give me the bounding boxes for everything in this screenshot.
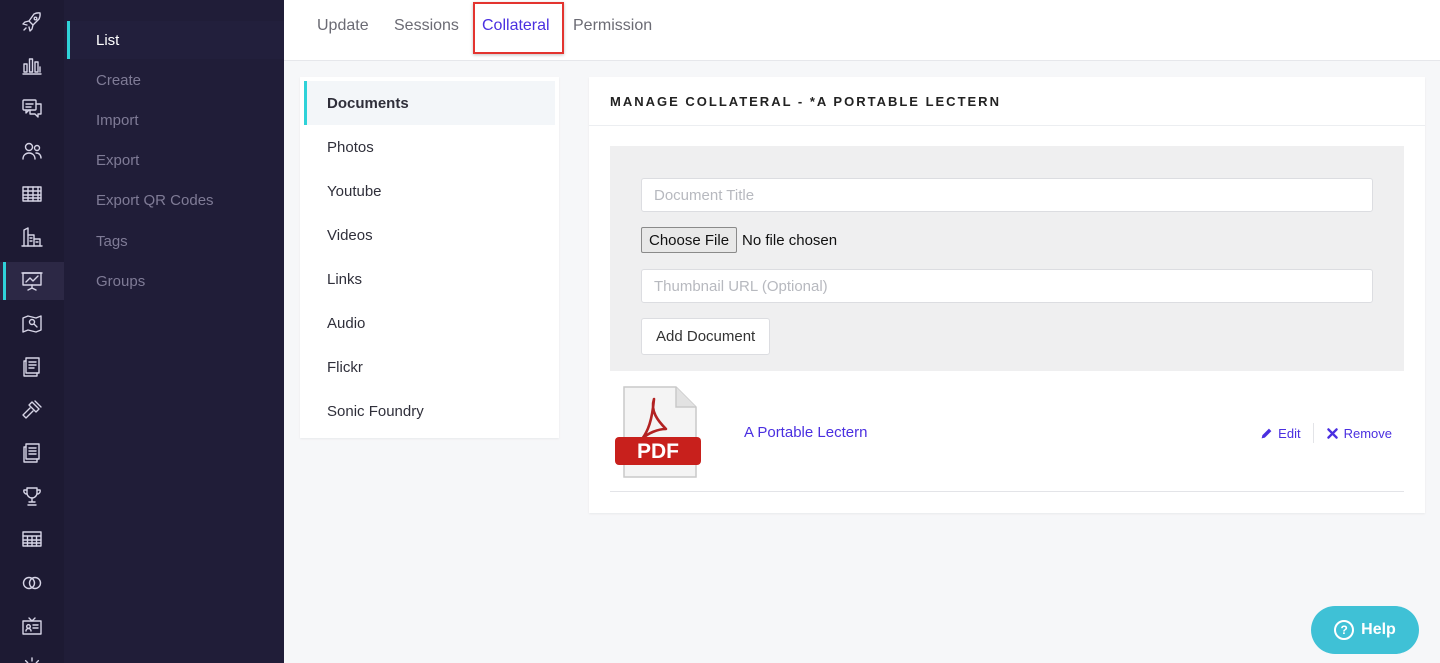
rail-item-documents[interactable] [0, 348, 64, 386]
tab-highlight-box [473, 2, 564, 54]
gear-icon [24, 657, 40, 663]
edit-label: Edit [1278, 425, 1301, 441]
tab-update[interactable]: Update [317, 0, 369, 52]
type-item-videos[interactable]: Videos [304, 213, 555, 257]
presentation-icon [21, 272, 43, 291]
collateral-type-menu: Documents Photos Youtube Videos Links Au… [300, 77, 559, 438]
add-document-form: Choose File No file chosen Add Document [610, 146, 1404, 371]
rail-item-grid[interactable] [0, 520, 64, 558]
bar-chart-icon [22, 58, 42, 75]
tab-sessions[interactable]: Sessions [394, 0, 459, 52]
chat-icon [22, 99, 42, 118]
type-item-links[interactable]: Links [304, 257, 555, 301]
users-icon [22, 142, 42, 160]
card-divider [589, 125, 1425, 126]
pdf-file-icon: PDF [615, 386, 701, 478]
tab-permission[interactable]: Permission [573, 0, 652, 52]
type-item-flickr[interactable]: Flickr [304, 345, 555, 389]
rail-item-integrations[interactable] [0, 564, 64, 602]
help-label: Help [1361, 621, 1396, 638]
type-item-audio[interactable]: Audio [304, 301, 555, 345]
rail-item-venues[interactable] [0, 218, 64, 256]
rail-item-maps[interactable] [0, 305, 64, 343]
trophy-icon [23, 487, 41, 506]
rail-item-messages[interactable] [0, 89, 64, 127]
rail-item-auctions[interactable] [0, 391, 64, 429]
type-item-sonic-foundry[interactable]: Sonic Foundry [304, 389, 555, 433]
document-actions: Edit Remove [1260, 423, 1392, 443]
pages-icon [23, 443, 40, 463]
sub-sidebar: List Create Import Export Export QR Code… [64, 0, 284, 663]
map-icon [22, 315, 42, 333]
file-status: No file chosen [742, 231, 838, 249]
actions-separator [1312, 423, 1314, 443]
rail-item-rocket[interactable] [0, 3, 64, 41]
subnav-item-list[interactable]: List [64, 21, 284, 59]
grid-icon [22, 531, 42, 547]
rocket-icon [22, 12, 41, 32]
rail-item-analytics[interactable] [0, 46, 64, 84]
building-icon [21, 227, 43, 247]
tab-bar: Update Sessions Collateral Permission [284, 0, 1440, 61]
manage-collateral-card: MANAGE COLLATERAL - *A PORTABLE LECTERN … [589, 77, 1425, 513]
rail-item-schedule[interactable] [0, 175, 64, 213]
help-question-icon: ? [1334, 620, 1355, 640]
document-title-link[interactable]: A Portable Lectern [744, 424, 867, 441]
pdf-icon-label: PDF [637, 440, 679, 463]
subnav-item-groups[interactable]: Groups [64, 262, 284, 300]
type-item-documents[interactable]: Documents [304, 81, 555, 125]
rail-item-awards[interactable] [0, 477, 64, 515]
subnav-item-import[interactable]: Import [64, 101, 284, 139]
choose-file-button[interactable]: Choose File [641, 227, 738, 253]
remove-label: Remove [1343, 425, 1392, 441]
icon-rail [0, 0, 64, 663]
subnav-item-create[interactable]: Create [64, 61, 284, 99]
rail-item-badges[interactable] [0, 607, 64, 645]
add-document-button[interactable]: Add Document [641, 318, 771, 355]
rail-item-presentations[interactable] [0, 262, 64, 300]
subnav-item-export-qr-codes[interactable]: Export QR Codes [64, 181, 284, 219]
rail-item-settings[interactable] [0, 648, 64, 663]
type-item-photos[interactable]: Photos [304, 125, 555, 169]
rail-item-people[interactable] [0, 132, 64, 170]
badge-icon [22, 617, 42, 635]
card-title: MANAGE COLLATERAL - *A PORTABLE LECTERN [610, 94, 1001, 109]
rings-icon [22, 576, 42, 590]
subnav-item-export[interactable]: Export [64, 141, 284, 179]
close-icon [1326, 427, 1338, 439]
thumbnail-url-input[interactable] [641, 269, 1373, 303]
gavel-icon [22, 400, 42, 419]
help-button[interactable]: ? Help [1311, 606, 1419, 654]
subnav-item-tags[interactable]: Tags [64, 222, 284, 260]
rail-item-pages[interactable] [0, 434, 64, 472]
file-picker: Choose File No file chosen [641, 227, 837, 253]
type-item-youtube[interactable]: Youtube [304, 169, 555, 213]
document-title-input[interactable] [641, 178, 1373, 212]
documents-icon [23, 357, 40, 377]
remove-document-button[interactable]: Remove [1326, 426, 1392, 441]
table-icon [22, 186, 42, 202]
pencil-icon [1261, 428, 1272, 438]
edit-document-button[interactable]: Edit [1260, 425, 1301, 441]
document-row: PDF A Portable Lectern Edit Remove [610, 371, 1404, 492]
